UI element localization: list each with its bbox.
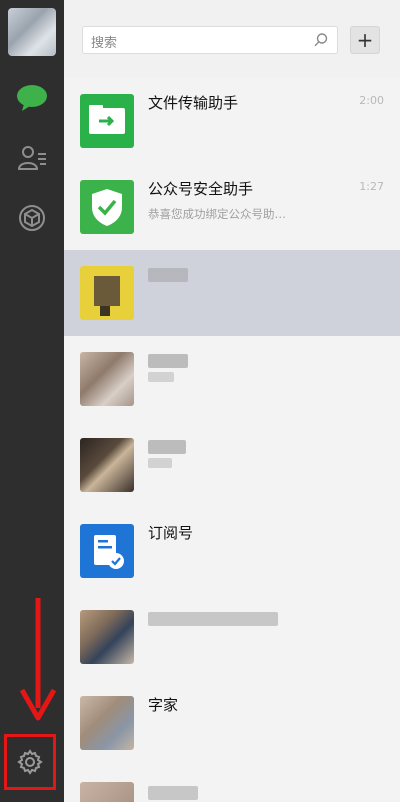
contacts-icon[interactable]	[16, 142, 48, 174]
avatar	[80, 352, 134, 406]
settings-button[interactable]	[4, 734, 56, 790]
chat-time: 1:27	[359, 180, 384, 193]
redacted-title	[148, 354, 188, 368]
chat-item[interactable]: 文件传输助手 2:00	[64, 78, 400, 164]
chat-item[interactable]	[64, 594, 400, 680]
shield-icon	[92, 189, 122, 226]
chat-item[interactable]: 订阅号	[64, 508, 400, 594]
chat-item[interactable]	[64, 250, 400, 336]
search-placeholder: 搜索	[91, 36, 118, 51]
chat-item[interactable]: 字家	[64, 680, 400, 766]
redacted-title	[148, 268, 188, 282]
chat-item[interactable]	[64, 766, 400, 802]
chat-item[interactable]: 公众号安全助手 1:27 恭喜您成功绑定公众号助…	[64, 164, 400, 250]
folder-transfer-icon	[89, 105, 125, 134]
chat-title: 文件传输助手	[148, 94, 239, 112]
chat-title: 公众号安全助手	[148, 180, 254, 198]
avatar	[80, 266, 134, 320]
avatar	[80, 782, 134, 802]
redacted-title	[148, 786, 198, 800]
avatar	[80, 524, 134, 578]
avatar	[80, 610, 134, 664]
subscription-icon	[94, 535, 124, 569]
redacted-preview	[148, 372, 174, 382]
chat-title: 字家	[148, 696, 179, 714]
redacted-preview	[148, 458, 172, 468]
cube-icon[interactable]	[16, 202, 48, 234]
avatar	[80, 94, 134, 148]
chat-preview: 恭喜您成功绑定公众号助…	[148, 207, 286, 221]
avatar	[80, 180, 134, 234]
search-input[interactable]: 搜索	[82, 26, 338, 54]
chat-title: 订阅号	[148, 524, 194, 542]
top-bar: 搜索 +	[64, 0, 400, 78]
avatar[interactable]	[8, 8, 56, 56]
chat-item[interactable]	[64, 422, 400, 508]
search-icon	[314, 33, 328, 47]
chat-item[interactable]	[64, 336, 400, 422]
chat-list-panel: 搜索 + 文件传输助手 2:00 公众号安全助手 1:27 恭喜您成功绑定公众号…	[64, 0, 400, 802]
chat-time: 2:00	[359, 94, 384, 107]
chat-bubble-icon[interactable]	[16, 82, 48, 114]
redacted-title	[148, 440, 186, 454]
redacted-title	[148, 612, 278, 626]
avatar	[80, 438, 134, 492]
avatar	[80, 696, 134, 750]
gear-icon	[17, 749, 43, 775]
red-arrow-annotation	[19, 598, 57, 721]
add-button[interactable]: +	[350, 26, 380, 54]
sidebar	[0, 0, 64, 802]
